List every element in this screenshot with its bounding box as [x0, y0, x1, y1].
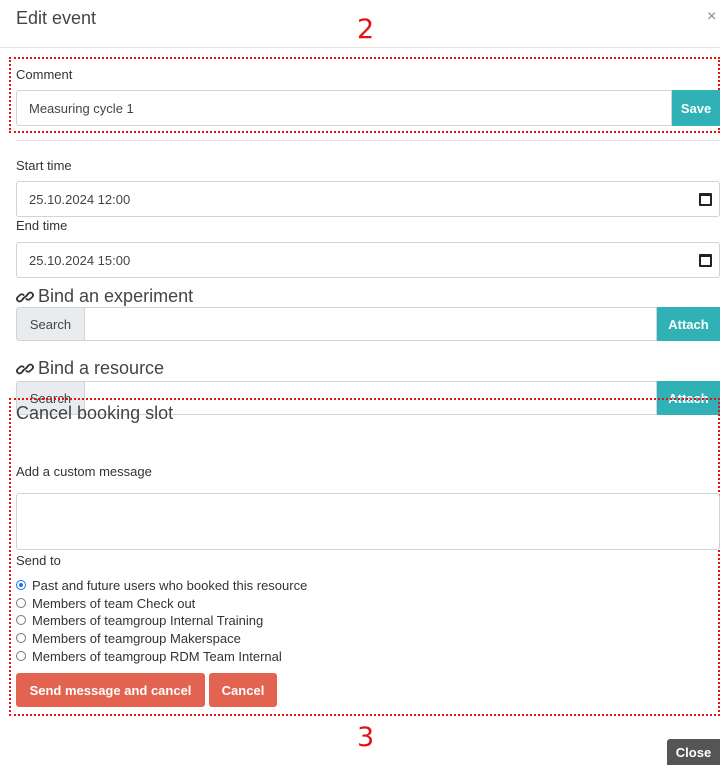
link-icon — [16, 291, 34, 302]
radio-button[interactable] — [16, 651, 26, 661]
modal-title: Edit event — [16, 8, 97, 28]
save-button[interactable]: Save — [672, 90, 720, 126]
radio-button[interactable] — [16, 598, 26, 608]
recipient-option[interactable]: Members of teamgroup RDM Team Internal — [16, 648, 282, 664]
custom-message-label: Add a custom message — [16, 464, 152, 479]
recipient-option-label: Members of teamgroup RDM Team Internal — [32, 648, 282, 664]
section-divider — [16, 140, 720, 141]
link-icon — [16, 363, 34, 374]
recipient-option[interactable]: Members of teamgroup Internal Training — [16, 612, 264, 628]
bind-resource-title: Bind a resource — [38, 358, 165, 378]
send-message-and-cancel-button[interactable]: Send message and cancel — [16, 673, 205, 707]
start-time-value: 25.10.2024 12:00 — [29, 191, 131, 207]
recipient-option-label: Members of team Check out — [32, 595, 196, 611]
end-time-value: 25.10.2024 15:00 — [29, 252, 131, 268]
end-time-input[interactable]: 25.10.2024 15:00 — [16, 242, 720, 278]
start-time-input[interactable]: 25.10.2024 12:00 — [16, 181, 720, 217]
start-time-label: Start time — [16, 158, 72, 173]
recipient-option-label: Past and future users who booked this re… — [32, 577, 308, 593]
recipient-option[interactable]: Members of teamgroup Makerspace — [16, 630, 241, 646]
bind-experiment-title: Bind an experiment — [38, 286, 194, 306]
recipient-option-label: Members of teamgroup Makerspace — [32, 630, 241, 646]
end-time-label: End time — [16, 218, 68, 233]
comment-label: Comment — [16, 67, 73, 82]
custom-message-textarea[interactable] — [16, 493, 720, 550]
attach-experiment-button[interactable]: Attach — [657, 307, 720, 341]
calendar-icon[interactable] — [699, 193, 712, 206]
edit-event-modal: Edit event × 2 Comment Measuring cycle 1… — [0, 0, 720, 765]
radio-button-selected[interactable] — [16, 580, 26, 590]
cancel-button[interactable]: Cancel — [209, 673, 277, 707]
comment-input[interactable]: Measuring cycle 1 — [16, 90, 672, 126]
calendar-icon[interactable] — [699, 254, 712, 267]
bind-experiment-heading: Bind an experiment — [16, 286, 193, 307]
radio-button[interactable] — [16, 615, 26, 625]
send-to-label: Send to — [16, 553, 61, 568]
recipient-option-label: Members of teamgroup Internal Training — [32, 612, 264, 628]
experiment-search-input[interactable] — [84, 307, 657, 341]
annotation-number-2: 2 — [357, 14, 375, 45]
header-divider — [0, 47, 720, 48]
bind-resource-heading: Bind a resource — [16, 358, 164, 379]
recipient-option[interactable]: Members of team Check out — [16, 595, 196, 611]
close-icon[interactable]: × — [707, 8, 716, 26]
experiment-search-addon: Search — [16, 307, 85, 341]
recipient-option[interactable]: Past and future users who booked this re… — [16, 577, 308, 593]
close-button[interactable]: Close — [667, 739, 720, 765]
annotation-number-3: 3 — [357, 722, 375, 753]
cancel-booking-title: Cancel booking slot — [16, 403, 174, 423]
radio-button[interactable] — [16, 633, 26, 643]
annotation-box-3 — [9, 398, 720, 716]
